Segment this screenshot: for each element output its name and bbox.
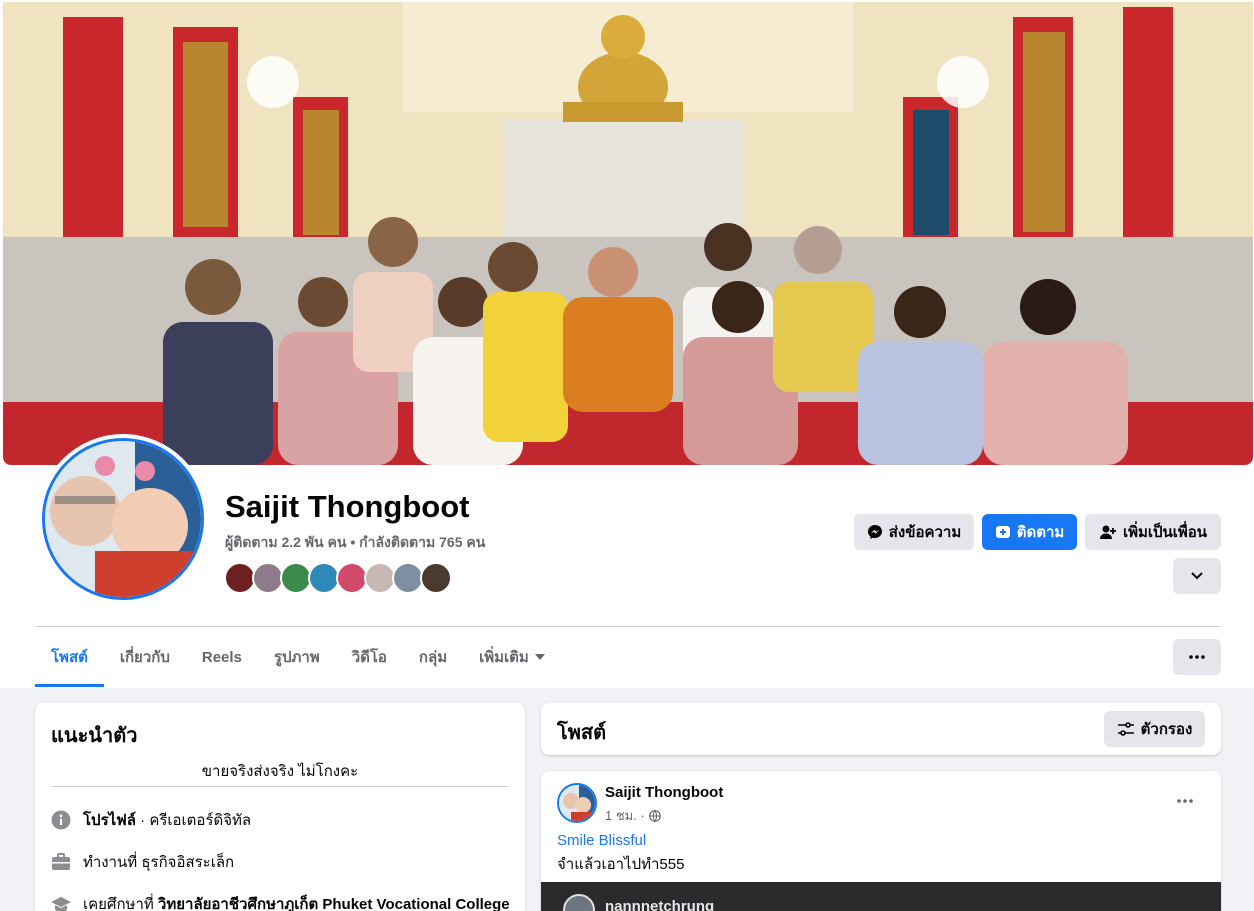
intro-bio: ขายจริงส่งจริง ไม่โกงคะ — [201, 763, 359, 780]
intro-title: แนะนำตัว — [51, 725, 138, 747]
tab-label: เพิ่มเติม — [479, 649, 529, 666]
filter-icon — [1117, 722, 1134, 736]
messenger-icon — [867, 525, 882, 539]
intro-work-prefix: ทำงานที่ — [83, 854, 142, 871]
tab-about[interactable]: เกี่ยวกับ — [104, 628, 186, 686]
profile-tabs: โพสต์ เกี่ยวกับ Reels รูปภาพ วิดีโอ กลุ่… — [35, 628, 561, 688]
add-friend-icon — [1099, 525, 1116, 539]
info-icon — [51, 810, 71, 830]
post-card: Saijit Thongboot 1 ชม. · Smile Blissful … — [541, 771, 1221, 911]
intro-work-row: ทำงานที่ ธุรกิจอิสระเล็ก — [51, 850, 234, 874]
post-options-button[interactable] — [1169, 789, 1201, 813]
graduation-cap-icon — [51, 894, 71, 911]
follow-label: ติดตาม — [1016, 524, 1065, 541]
more-horizontal-icon — [1189, 655, 1205, 659]
message-button[interactable]: ส่งข้อความ — [854, 514, 974, 550]
profile-avatar[interactable] — [38, 434, 208, 604]
profile-name: Saijit Thongboot — [225, 489, 470, 524]
follow-plus-icon — [995, 526, 1010, 538]
intro-profile-type: · ครีเอเตอร์ดิจิทัล — [136, 812, 252, 829]
posts-header-card: โพสต์ ตัวกรอง — [541, 703, 1221, 755]
tab-label: วิดีโอ — [351, 649, 387, 666]
briefcase-icon — [51, 852, 71, 872]
tab-more[interactable]: เพิ่มเติม — [463, 628, 561, 686]
filter-label: ตัวกรอง — [1140, 721, 1193, 738]
tab-label: กลุ่ม — [418, 649, 448, 666]
message-label: ส่งข้อความ — [888, 524, 962, 541]
intro-edu-value[interactable]: วิทยาลัยอาชีวศึกษาภูเก็ต Phuket Vocation… — [158, 896, 510, 911]
embedded-author-name[interactable]: nannnetchrung — [605, 898, 714, 911]
globe-icon — [648, 809, 661, 822]
more-horizontal-icon — [1177, 799, 1193, 803]
tab-posts[interactable]: โพสต์ — [35, 628, 104, 687]
post-media[interactable]: nannnetchrung — [541, 882, 1221, 911]
post-author-name[interactable]: Saijit Thongboot — [605, 784, 723, 801]
tab-label: เกี่ยวกับ — [119, 649, 170, 666]
intro-divider — [51, 786, 509, 787]
tab-label: Reels — [201, 648, 242, 666]
intro-profile-row: โปรไฟล์ · ครีเอเตอร์ดิจิทัล — [51, 808, 251, 832]
intro-edu-prefix: เคยศึกษาที่ — [83, 896, 158, 911]
posts-title: โพสต์ — [557, 722, 607, 744]
post-meta: 1 ชม. · — [605, 805, 661, 826]
post-time[interactable]: 1 ชม. · — [605, 805, 645, 826]
tab-photos[interactable]: รูปภาพ — [258, 628, 336, 686]
cover-photo[interactable] — [3, 2, 1253, 465]
add-friend-button[interactable]: เพิ่มเป็นเพื่อน — [1085, 514, 1221, 550]
post-link[interactable]: Smile Blissful — [557, 832, 646, 849]
intro-profile-label: โปรไฟล์ — [83, 812, 136, 829]
tab-label: โพสต์ — [51, 649, 88, 666]
friend-avatar[interactable] — [420, 562, 452, 594]
follower-stats[interactable]: ผู้ติดตาม 2.2 พัน คน • กำลังติดตาม 765 ค… — [225, 532, 485, 554]
caret-down-icon — [534, 654, 545, 660]
intro-education-row: เคยศึกษาที่ วิทยาลัยอาชีวศึกษาภูเก็ต Phu… — [51, 892, 510, 911]
intro-work-value[interactable]: ธุรกิจอิสระเล็ก — [141, 854, 234, 871]
filter-button[interactable]: ตัวกรอง — [1104, 711, 1205, 747]
tab-groups[interactable]: กลุ่ม — [403, 628, 463, 686]
header-divider — [35, 626, 1221, 627]
profile-header: Saijit Thongboot ผู้ติดตาม 2.2 พัน คน • … — [0, 0, 1254, 688]
embedded-author-avatar[interactable] — [563, 894, 595, 911]
expand-more-button[interactable] — [1173, 558, 1221, 594]
mutual-friends-avatars[interactable] — [224, 562, 452, 594]
add-friend-label: เพิ่มเป็นเพื่อน — [1122, 524, 1208, 541]
tab-reels[interactable]: Reels — [186, 628, 258, 686]
tab-videos[interactable]: วิดีโอ — [336, 628, 403, 686]
tabs-overflow-button[interactable] — [1173, 639, 1221, 675]
chevron-down-icon — [1191, 572, 1203, 580]
post-text: จำแล้วเอาไปทำ555 — [557, 856, 685, 873]
intro-card: แนะนำตัว ขายจริงส่งจริง ไม่โกงคะ โปรไฟล์… — [35, 703, 525, 911]
tab-label: รูปภาพ — [273, 649, 320, 666]
follow-button[interactable]: ติดตาม — [982, 514, 1077, 550]
post-author-avatar[interactable] — [557, 783, 597, 823]
